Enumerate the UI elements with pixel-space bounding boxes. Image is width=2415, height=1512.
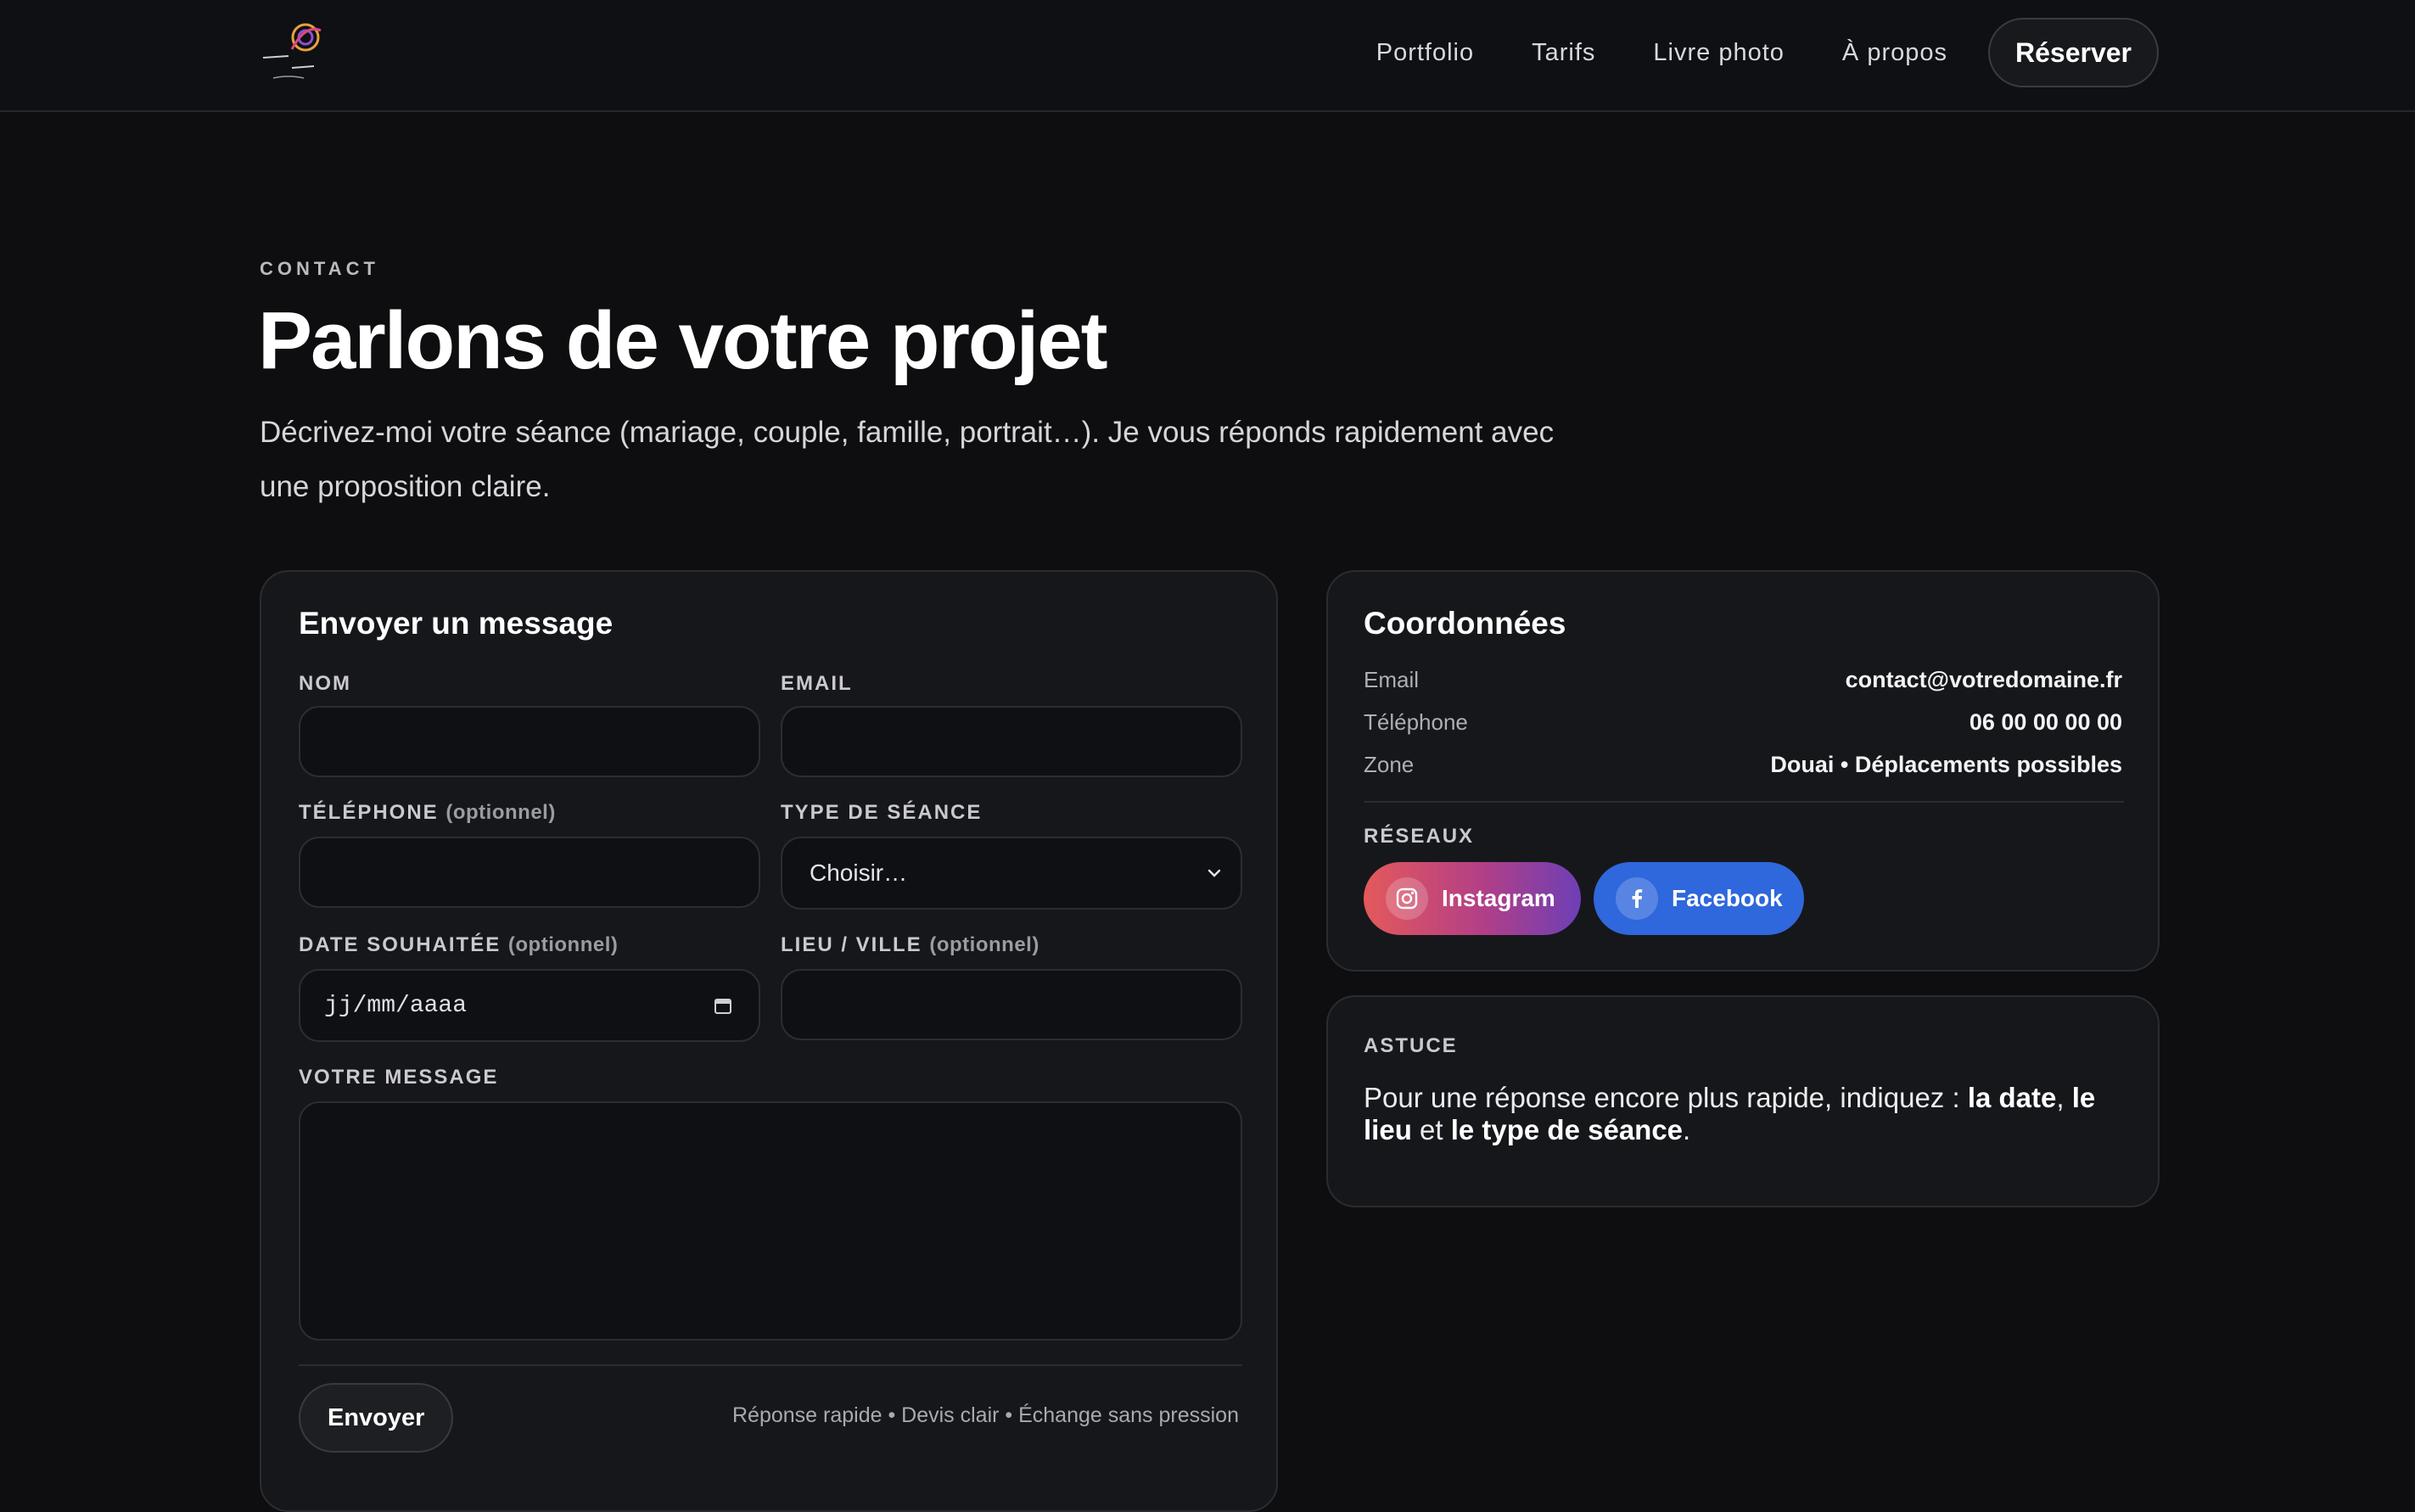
- tip-text-part: et: [1411, 1114, 1451, 1145]
- date-placeholder: jj/mm/aaaa: [324, 992, 468, 1019]
- message-textarea[interactable]: [299, 1101, 1242, 1341]
- place-label-text: LIEU / VILLE: [781, 933, 922, 956]
- nav-a-propos[interactable]: À propos: [1842, 39, 1947, 67]
- info-value-zone: Douai • Déplacements possibles: [1770, 752, 2122, 777]
- place-input[interactable]: [781, 969, 1242, 1040]
- phone-label-text: TÉLÉPHONE: [299, 801, 439, 824]
- tip-label: ASTUCE: [1364, 1034, 1458, 1057]
- facebook-button[interactable]: Facebook: [1594, 862, 1804, 935]
- date-label-text: DATE SOUHAITÉE: [299, 933, 501, 956]
- tip-card: ASTUCE Pour une réponse encore plus rapi…: [1326, 995, 2160, 1207]
- instagram-label: Instagram: [1442, 885, 1555, 911]
- facebook-icon: [1616, 877, 1658, 920]
- page-intro: Décrivez-moi votre séance (mariage, coup…: [260, 416, 1555, 503]
- tip-text-part: .: [1683, 1114, 1691, 1145]
- nav-tarifs[interactable]: Tarifs: [1532, 39, 1595, 67]
- info-value-phone[interactable]: 06 00 00 00 00: [1970, 709, 2122, 736]
- email-input[interactable]: [781, 706, 1242, 777]
- social-label: RÉSEAUX: [1364, 825, 1475, 848]
- optional-tag: (optionnel): [445, 801, 556, 824]
- info-divider: [1364, 801, 2124, 803]
- nav-livre-photo[interactable]: Livre photo: [1653, 39, 1785, 67]
- contact-form-card: Envoyer un message NOM EMAIL TÉLÉPHONE (…: [260, 570, 1278, 1512]
- date-input[interactable]: jj/mm/aaaa: [299, 969, 760, 1042]
- instagram-button[interactable]: Instagram: [1364, 862, 1581, 935]
- session-type-label: TYPE DE SÉANCE: [781, 801, 983, 824]
- message-label: VOTRE MESSAGE: [299, 1066, 499, 1089]
- session-type-select[interactable]: Choisir…: [781, 837, 1242, 910]
- info-label-email: Email: [1364, 667, 1420, 692]
- tip-text-part: Pour une réponse encore plus rapide, ind…: [1364, 1082, 1968, 1113]
- nav-portfolio[interactable]: Portfolio: [1376, 39, 1474, 67]
- info-label-zone: Zone: [1364, 752, 1415, 777]
- send-button[interactable]: Envoyer: [299, 1383, 454, 1453]
- session-type-value: Choisir…: [810, 860, 908, 886]
- tip-text-part: ,: [2056, 1082, 2072, 1113]
- optional-tag: (optionnel): [507, 933, 619, 956]
- chevron-down-icon: [1208, 869, 1221, 877]
- optional-tag: (optionnel): [929, 933, 1039, 956]
- main-nav: Portfolio Tarifs Livre photo À propos Ré…: [1376, 18, 2159, 87]
- logo[interactable]: [255, 15, 331, 92]
- instagram-icon: [1386, 877, 1428, 920]
- phone-input[interactable]: [299, 837, 760, 908]
- email-label: EMAIL: [781, 672, 853, 695]
- info-title: Coordonnées: [1364, 606, 1566, 641]
- tip-text: Pour une réponse encore plus rapide, ind…: [1364, 1082, 2127, 1146]
- facebook-label: Facebook: [1672, 885, 1783, 911]
- name-label: NOM: [299, 672, 351, 695]
- tip-bold-type: le type de séance: [1450, 1114, 1684, 1145]
- section-eyebrow: CONTACT: [260, 258, 379, 279]
- contact-info-card: Coordonnées Email contact@votredomaine.f…: [1326, 570, 2160, 972]
- info-label-phone: Téléphone: [1364, 709, 1468, 735]
- form-reassurance-note: Réponse rapide • Devis clair • Échange s…: [732, 1403, 1239, 1427]
- form-title: Envoyer un message: [299, 606, 614, 641]
- phone-label: TÉLÉPHONE (optionnel): [299, 801, 556, 825]
- date-label: DATE SOUHAITÉE (optionnel): [299, 933, 618, 957]
- name-input[interactable]: [299, 706, 760, 777]
- place-label: LIEU / VILLE (optionnel): [781, 933, 1039, 957]
- form-divider: [299, 1364, 1242, 1366]
- calendar-icon[interactable]: [713, 995, 733, 1016]
- top-navigation-bar: Portfolio Tarifs Livre photo À propos Ré…: [0, 0, 2415, 112]
- info-value-email[interactable]: contact@votredomaine.fr: [1846, 667, 2122, 693]
- reserve-button[interactable]: Réserver: [1988, 18, 2159, 87]
- tip-bold-date: la date: [1967, 1082, 2057, 1113]
- page-title: Parlons de votre projet: [258, 295, 1108, 386]
